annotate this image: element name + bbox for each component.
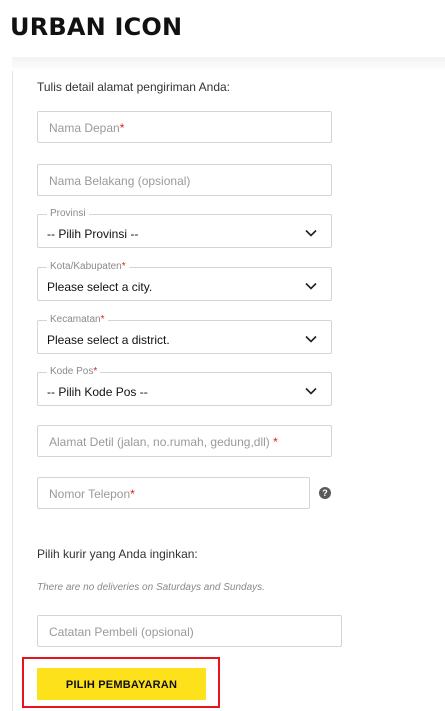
province-select[interactable]: Provinsi -- Pilih Provinsi -- xyxy=(37,208,332,248)
checkout-page: URBAN ICON Tulis detail alamat pengirima… xyxy=(0,0,445,711)
courier-label: Pilih kurir yang Anda inginkan: xyxy=(37,547,198,561)
province-value: -- Pilih Provinsi -- xyxy=(47,227,139,241)
city-legend: Kota/Kabupaten* xyxy=(47,261,129,273)
brand-logo[interactable]: URBAN ICON xyxy=(10,13,182,41)
postal-code-value: -- Pilih Kode Pos -- xyxy=(47,385,148,399)
chevron-down-icon xyxy=(305,335,317,343)
district-select[interactable]: Kecamatan* Please select a district. xyxy=(37,314,332,354)
buyer-note-placeholder: Catatan Pembeli (opsional) xyxy=(49,625,194,639)
last-name-placeholder: Nama Belakang (opsional) xyxy=(49,174,191,188)
phone-placeholder: Nomor Telepon* xyxy=(49,487,135,501)
province-legend: Provinsi xyxy=(47,208,89,220)
city-value: Please select a city. xyxy=(47,280,153,294)
chevron-down-icon xyxy=(305,282,317,290)
district-value: Please select a district. xyxy=(47,333,170,347)
postal-code-legend: Kode Pos* xyxy=(47,366,101,378)
chevron-down-icon xyxy=(305,387,317,395)
delivery-note: There are no deliveries on Saturdays and… xyxy=(37,582,265,593)
choose-payment-button[interactable]: PILIH PEMBAYARAN xyxy=(37,668,206,700)
first-name-placeholder: Nama Depan* xyxy=(49,121,125,135)
last-name-field[interactable]: Nama Belakang (opsional) xyxy=(37,164,332,196)
city-select[interactable]: Kota/Kabupaten* Please select a city. xyxy=(37,261,332,301)
phone-field[interactable]: Nomor Telepon* xyxy=(37,477,310,509)
address-placeholder: Alamat Detil (jalan, no.rumah, gedung,dl… xyxy=(49,435,278,449)
address-field[interactable]: Alamat Detil (jalan, no.rumah, gedung,dl… xyxy=(37,425,332,457)
district-legend: Kecamatan* xyxy=(47,314,108,326)
form-intro-text: Tulis detail alamat pengiriman Anda: xyxy=(37,80,230,94)
postal-code-select[interactable]: Kode Pos* -- Pilih Kode Pos -- xyxy=(37,366,332,406)
panel-top-shadow xyxy=(12,57,445,71)
first-name-field[interactable]: Nama Depan* xyxy=(37,111,332,143)
chevron-down-icon xyxy=(305,229,317,237)
question-circle-icon[interactable]: ? xyxy=(319,487,331,499)
buyer-note-field[interactable]: Catatan Pembeli (opsional) xyxy=(37,615,342,647)
